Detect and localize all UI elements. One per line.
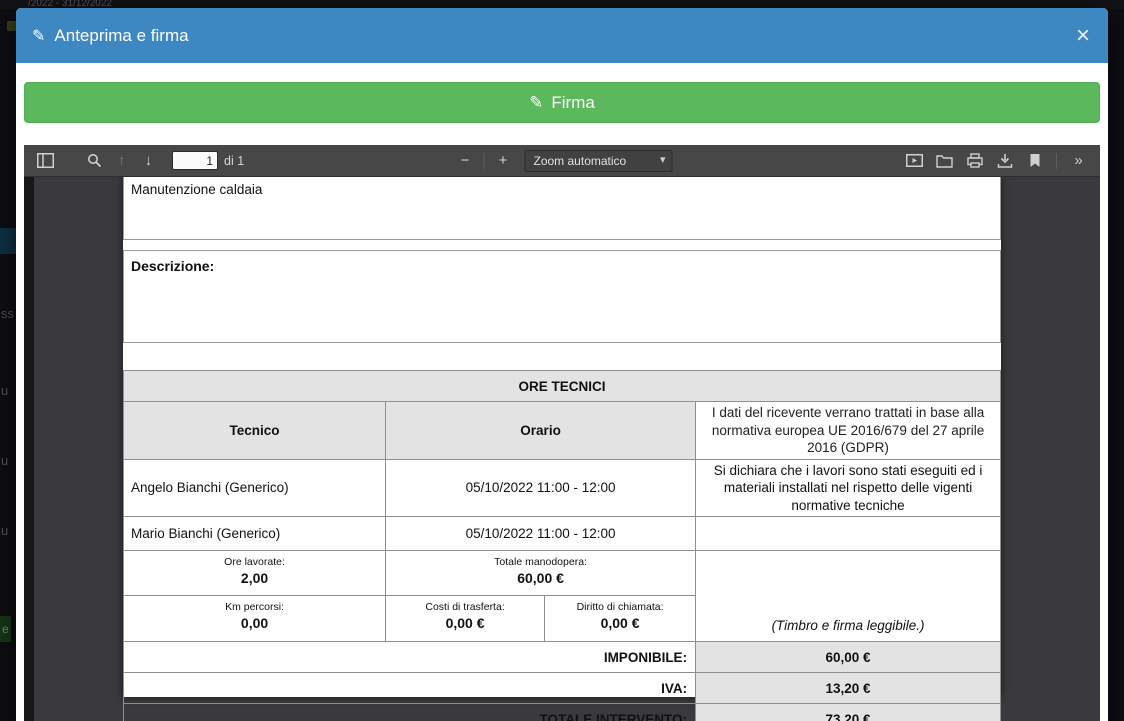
presentation-icon xyxy=(906,153,923,168)
gdpr-note: I dati del ricevente verrano trattati in… xyxy=(696,402,1001,460)
activity-text: Manutenzione caldaia xyxy=(124,177,1000,197)
diritto-chiamata-value: 0,00 € xyxy=(545,615,695,631)
previous-page-button[interactable]: ↑ xyxy=(108,148,135,173)
sidebar-strip xyxy=(24,177,34,721)
description-box: Descrizione: xyxy=(123,250,1001,343)
minus-icon: − xyxy=(461,152,470,169)
km-percorsi-value: 0,00 xyxy=(124,615,385,631)
timbro-firma-note: (Timbro e firma leggibile.) xyxy=(696,551,1001,642)
costi-trasferta-cell: Costi di trasferta: 0,00 € xyxy=(386,596,544,641)
open-file-button[interactable] xyxy=(931,148,958,173)
pdf-page: Manutenzione caldaia Descrizione: ORE TE… xyxy=(123,177,1001,697)
km-percorsi-cell: Km percorsi: 0,00 xyxy=(124,596,386,642)
zoom-select-value: Zoom automatico xyxy=(534,154,627,168)
technician-name: Angelo Bianchi (Generico) xyxy=(124,459,386,517)
totale-manodopera-value: 60,00 € xyxy=(386,570,695,586)
page-number-input[interactable] xyxy=(172,151,218,170)
arrow-up-icon: ↑ xyxy=(118,152,126,169)
ore-lavorate-value: 2,00 xyxy=(124,570,385,586)
modal-body: ✎ Firma ↑ ↓ di 1 xyxy=(16,63,1108,721)
zoom-select[interactable]: Zoom automatico ▾ xyxy=(525,150,673,172)
sign-button-label: Firma xyxy=(551,93,594,113)
totale-intervento-value: 73,20 € xyxy=(696,704,1001,721)
chevron-double-icon: » xyxy=(1074,152,1082,169)
pencil-icon: ✎ xyxy=(32,26,45,46)
iva-value: 13,20 € xyxy=(696,673,1001,704)
km-percorsi-label: Km percorsi: xyxy=(124,601,385,613)
pdf-viewer: ↑ ↓ di 1 − + Zoom automatico ▾ xyxy=(24,145,1100,721)
technician-time: 05/10/2022 11:00 - 12:00 xyxy=(386,517,696,551)
iva-label: IVA: xyxy=(124,673,696,704)
technician-time: 05/10/2022 11:00 - 12:00 xyxy=(386,459,696,517)
print-button[interactable] xyxy=(961,148,988,173)
download-icon xyxy=(997,153,1013,168)
bookmark-icon xyxy=(1029,153,1041,168)
pdf-viewport: Manutenzione caldaia Descrizione: ORE TE… xyxy=(24,177,1100,721)
printer-icon xyxy=(967,153,983,168)
bookmark-button[interactable] xyxy=(1021,148,1048,173)
table-title-row: ORE TECNICI xyxy=(124,371,1001,402)
technician-name: Mario Bianchi (Generico) xyxy=(124,517,386,551)
table-title: ORE TECNICI xyxy=(124,371,1001,402)
find-button[interactable] xyxy=(81,148,108,173)
table-row: Angelo Bianchi (Generico) 05/10/2022 11:… xyxy=(124,459,1001,517)
modal-header: ✎ Anteprima e firma × xyxy=(16,8,1108,63)
secondary-toolbar-toggle-button[interactable]: » xyxy=(1065,148,1092,173)
pdf-toolbar: ↑ ↓ di 1 − + Zoom automatico ▾ xyxy=(24,145,1100,177)
preview-sign-modal: ✎ Anteprima e firma × ✎ Firma ↑ xyxy=(16,8,1108,721)
totale-manodopera-cell: Totale manodopera: 60,00 € xyxy=(386,551,696,596)
next-page-button[interactable]: ↓ xyxy=(135,148,162,173)
chevron-down-icon: ▾ xyxy=(660,153,666,166)
sidebar-toggle-button[interactable] xyxy=(32,148,59,173)
folder-icon xyxy=(936,154,953,168)
page-count-label: di 1 xyxy=(224,154,244,168)
column-header-tecnico: Tecnico xyxy=(124,402,386,460)
zoom-in-button[interactable]: + xyxy=(490,148,517,173)
download-button[interactable] xyxy=(991,148,1018,173)
iva-row: IVA: 13,20 € xyxy=(124,673,1001,704)
diritto-chiamata-cell: Diritto di chiamata: 0,00 € xyxy=(544,596,695,641)
column-header-orario: Orario xyxy=(386,402,696,460)
totale-row: TOTALE INTERVENTO: 73,20 € xyxy=(124,704,1001,721)
totale-manodopera-label: Totale manodopera: xyxy=(386,556,695,568)
sign-button[interactable]: ✎ Firma xyxy=(24,82,1100,123)
zoom-out-button[interactable]: − xyxy=(452,148,479,173)
table-row: Mario Bianchi (Generico) 05/10/2022 11:0… xyxy=(124,517,1001,551)
activity-box: Manutenzione caldaia xyxy=(123,177,1001,240)
ore-lavorate-cell: Ore lavorate: 2,00 xyxy=(124,551,386,596)
imponibile-row: IMPONIBILE: 60,00 € xyxy=(124,642,1001,673)
imponibile-value: 60,00 € xyxy=(696,642,1001,673)
costi-trasferta-value: 0,00 € xyxy=(386,615,544,631)
plus-icon: + xyxy=(499,152,508,169)
costi-trasferta-label: Costi di trasferta: xyxy=(386,601,544,613)
search-icon xyxy=(87,153,102,168)
ore-lavorate-label: Ore lavorate: xyxy=(124,556,385,568)
compliance-note: Si dichiara che i lavori sono stati eseg… xyxy=(696,459,1001,517)
diritto-chiamata-label: Diritto di chiamata: xyxy=(545,601,695,613)
totale-intervento-label: TOTALE INTERVENTO: xyxy=(124,704,696,721)
description-label: Descrizione: xyxy=(124,251,1000,274)
toolbar-separator xyxy=(1056,153,1057,169)
totals-row-1: Ore lavorate: 2,00 Totale manodopera: 60… xyxy=(124,551,1001,596)
arrow-down-icon: ↓ xyxy=(145,152,153,169)
table-header-row: Tecnico Orario I dati del ricevente verr… xyxy=(124,402,1001,460)
close-icon[interactable]: × xyxy=(1074,24,1092,48)
pencil-icon: ✎ xyxy=(529,93,543,113)
empty-cell xyxy=(696,517,1001,551)
toolbar-separator xyxy=(484,153,485,169)
presentation-mode-button[interactable] xyxy=(901,148,928,173)
ore-tecnici-table: ORE TECNICI Tecnico Orario I dati del ri… xyxy=(123,370,1001,721)
imponibile-label: IMPONIBILE: xyxy=(124,642,696,673)
costi-diritto-cell: Costi di trasferta: 0,00 € Diritto di ch… xyxy=(386,596,696,642)
modal-title: Anteprima e firma xyxy=(54,26,188,46)
sidebar-toggle-icon xyxy=(37,153,54,168)
